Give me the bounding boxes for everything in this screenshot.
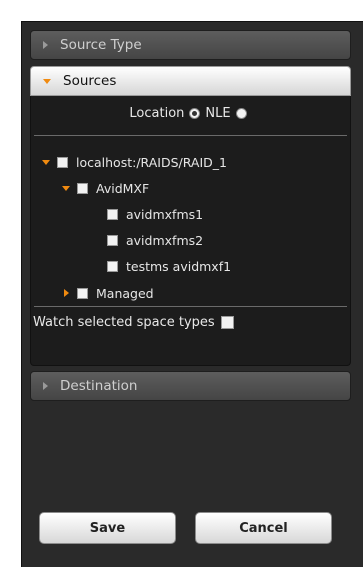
divider [34,306,347,307]
collapse-arrow-icon [43,78,51,84]
expand-arrow-icon [43,41,48,49]
nle-radio[interactable] [235,108,247,119]
location-radio-label: Location [129,106,185,121]
tree-item-checkbox[interactable] [107,208,118,220]
save-button[interactable]: Save [39,512,176,544]
location-type-selector: Location NLE [31,106,350,121]
tree-item-label: testms avidmxf1 [126,258,232,274]
sources-section-header[interactable]: Sources [30,66,351,96]
tree-item-testms-avidmxf1[interactable]: testms avidmxf1 [91,258,231,274]
tree-item-managed[interactable]: Managed [61,285,154,301]
tree-expand-icon[interactable] [41,159,51,165]
tree-item-raid[interactable]: localhost:/RAIDS/RAID_1 [41,154,227,170]
tree-item-checkbox[interactable] [107,234,118,246]
watch-selected-label: Watch selected space types [33,315,215,330]
tree-item-checkbox[interactable] [57,156,68,168]
cancel-button[interactable]: Cancel [195,512,332,544]
tree-item-label: Managed [96,285,154,301]
destination-section-header[interactable]: Destination [30,371,351,401]
tree-item-avidmxfms2[interactable]: avidmxfms2 [91,232,203,248]
watch-selected-checkbox[interactable] [220,316,234,329]
tree-item-label: localhost:/RAIDS/RAID_1 [76,154,227,170]
tree-expand-icon[interactable] [61,289,71,297]
watch-selected-row: Watch selected space types [33,315,234,330]
tree-item-avidmxf[interactable]: AvidMXF [61,180,149,196]
tree-item-checkbox[interactable] [77,182,88,194]
tree-item-checkbox[interactable] [77,287,88,299]
source-type-section-header[interactable]: Source Type [30,30,351,60]
sources-section-body: Location NLE localhost:/RAIDS/RAID_1 Avi… [30,96,351,366]
location-radio[interactable] [189,108,201,119]
nle-radio-label: NLE [205,106,231,121]
tree-expand-icon[interactable] [61,185,71,191]
tree-item-checkbox[interactable] [107,260,118,272]
expand-arrow-icon [43,382,48,390]
destination-label: Destination [60,378,138,394]
import-settings-panel: Source Type Sources Location NLE localho… [21,21,363,567]
divider [34,135,347,136]
tree-item-avidmxfms1[interactable]: avidmxfms1 [91,206,203,222]
tree-item-label: avidmxfms1 [126,206,204,222]
tree-item-label: AvidMXF [96,180,150,196]
source-type-label: Source Type [60,37,142,53]
sources-label: Sources [63,73,117,89]
tree-item-label: avidmxfms2 [126,232,204,248]
